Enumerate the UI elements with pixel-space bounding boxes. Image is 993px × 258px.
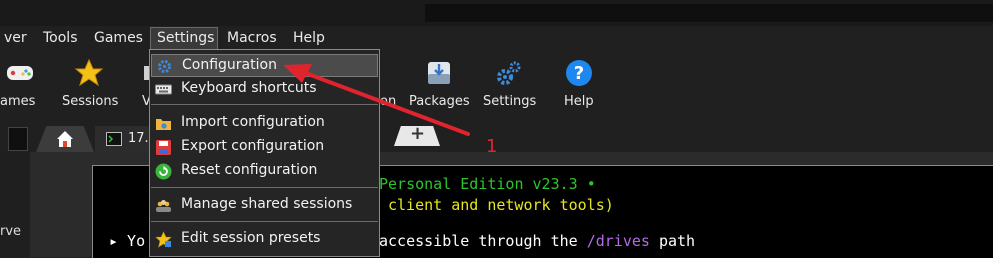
annotation-number: 1 [486, 136, 498, 157]
annotation-arrow [283, 64, 470, 136]
